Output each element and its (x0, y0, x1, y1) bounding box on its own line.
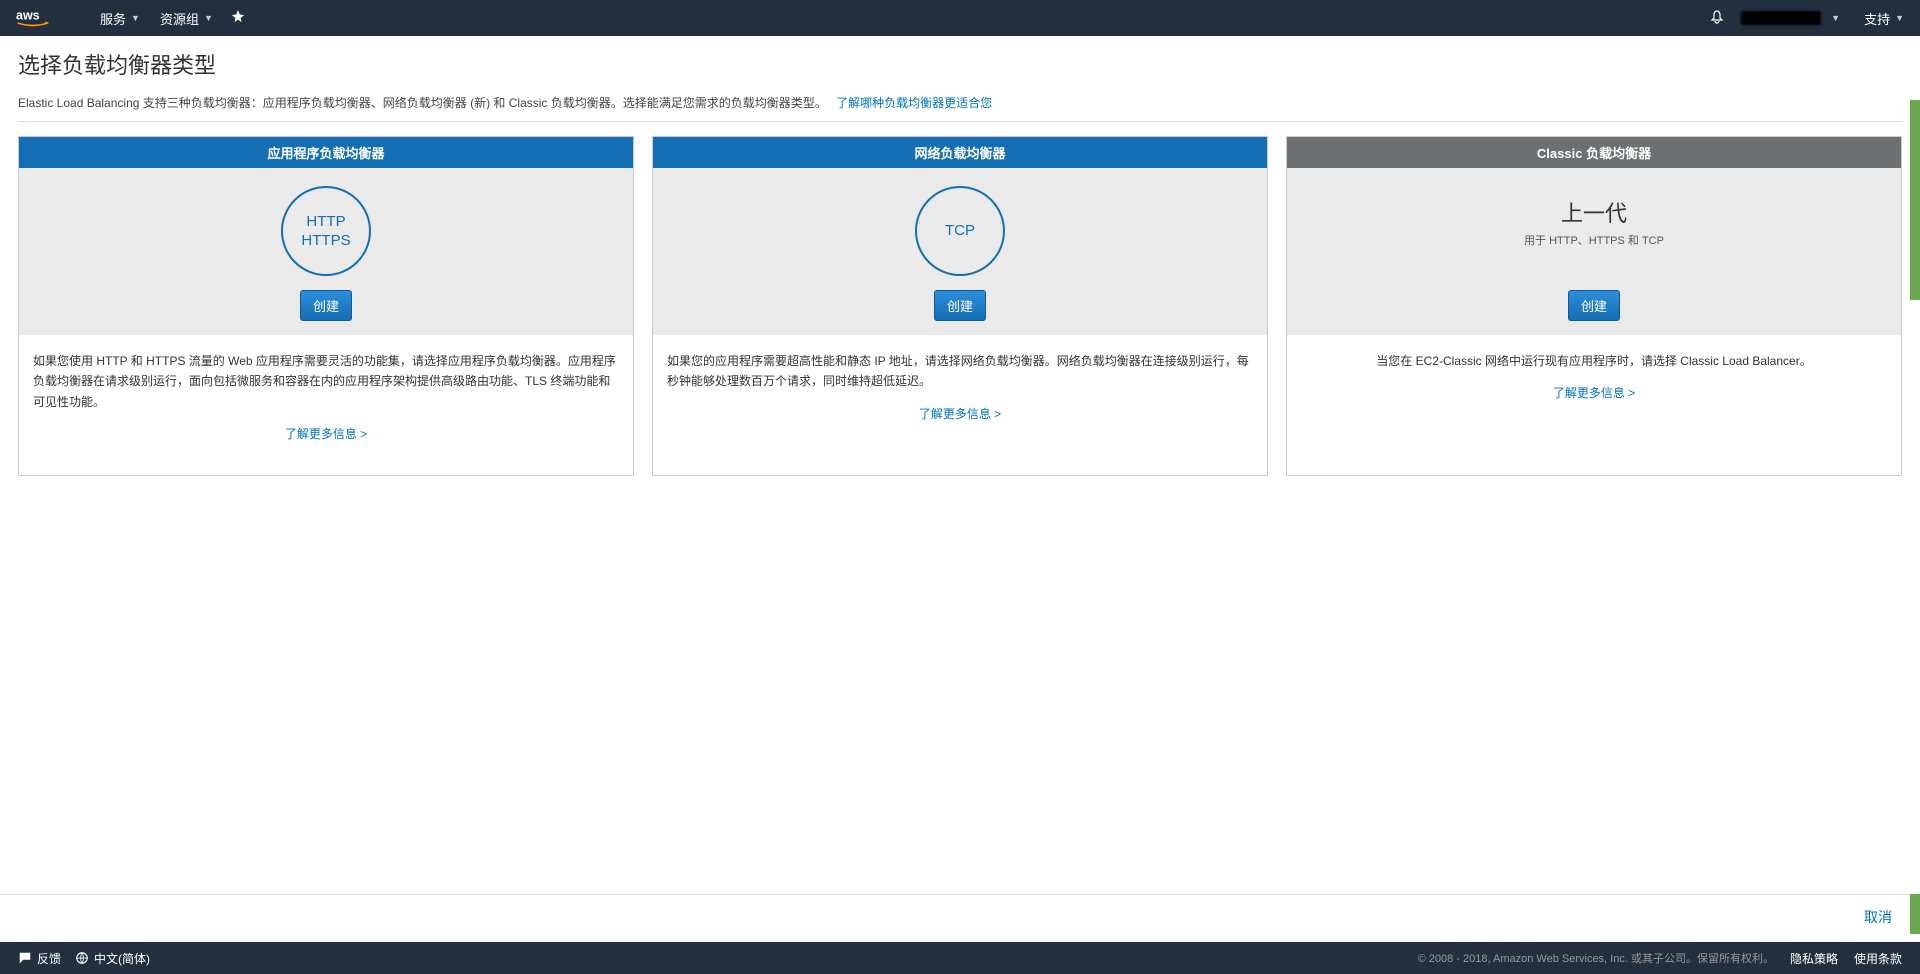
page-title: 选择负载均衡器类型 (18, 48, 1902, 80)
language-label: 中文(简体) (94, 950, 150, 967)
card-top-nlb: TCP 创建 (653, 168, 1267, 335)
card-body-alb: 如果您使用 HTTP 和 HTTPS 流量的 Web 应用程序需要灵活的功能集，… (19, 335, 633, 461)
privacy-link[interactable]: 隐私策略 (1790, 950, 1838, 967)
caret-down-icon: ▼ (1895, 13, 1904, 23)
action-bar: 取消 (0, 894, 1920, 938)
page-description-text: Elastic Load Balancing 支持三种负载均衡器：应用程序负载均… (18, 96, 827, 110)
protocol-line: HTTPS (301, 231, 350, 251)
create-clb-button[interactable]: 创建 (1568, 290, 1620, 321)
notifications-icon[interactable] (1709, 9, 1725, 28)
nav-services[interactable]: 服务 ▼ (90, 0, 150, 36)
main-content: 选择负载均衡器类型 Elastic Load Balancing 支持三种负载均… (0, 36, 1920, 536)
card-top-alb: HTTP HTTPS 创建 (19, 168, 633, 335)
cancel-link[interactable]: 取消 (1864, 907, 1892, 927)
card-header-alb: 应用程序负载均衡器 (19, 137, 633, 168)
page-description: Elastic Load Balancing 支持三种负载均衡器：应用程序负载均… (18, 84, 1902, 122)
card-network-lb: 网络负载均衡器 TCP 创建 如果您的应用程序需要超高性能和静态 IP 地址，请… (652, 136, 1268, 476)
feedback-label: 反馈 (37, 950, 61, 967)
footer-left: 反馈 中文(简体) (18, 950, 150, 967)
copyright-text: © 2008 - 2018, Amazon Web Services, Inc.… (1418, 950, 1774, 966)
scrollbar-marker (1910, 894, 1920, 934)
footer: 反馈 中文(简体) © 2008 - 2018, Amazon Web Serv… (0, 942, 1920, 974)
protocol-line: TCP (945, 221, 975, 241)
svg-text:aws: aws (16, 9, 40, 23)
card-application-lb: 应用程序负载均衡器 HTTP HTTPS 创建 如果您使用 HTTP 和 HTT… (18, 136, 634, 476)
nav-support-label: 支持 (1864, 9, 1890, 28)
card-classic-lb: Classic 负载均衡器 上一代 用于 HTTP、HTTPS 和 TCP 创建… (1286, 136, 1902, 476)
nav-services-label: 服务 (100, 9, 126, 28)
caret-down-icon: ▼ (131, 13, 140, 23)
globe-icon (75, 951, 89, 965)
protocol-line: HTTP (306, 212, 345, 232)
card-body-text: 如果您使用 HTTP 和 HTTPS 流量的 Web 应用程序需要灵活的功能集，… (33, 354, 616, 409)
nav-support[interactable]: 支持 ▼ (1854, 0, 1904, 36)
caret-down-icon: ▼ (1831, 13, 1840, 23)
card-body-nlb: 如果您的应用程序需要超高性能和静态 IP 地址，请选择网络负载均衡器。网络负载均… (653, 335, 1267, 440)
protocol-circle-nlb: TCP (915, 186, 1005, 276)
card-body-text: 当您在 EC2-Classic 网络中运行现有应用程序时，请选择 Classic… (1376, 354, 1811, 368)
card-body-clb: 当您在 EC2-Classic 网络中运行现有应用程序时，请选择 Classic… (1287, 335, 1901, 420)
feedback-link[interactable]: 反馈 (18, 950, 61, 967)
nav-right: ▼ 支持 ▼ (1709, 0, 1904, 36)
scrollbar-marker (1910, 100, 1920, 300)
language-selector[interactable]: 中文(简体) (75, 950, 150, 967)
terms-link[interactable]: 使用条款 (1854, 950, 1902, 967)
account-menu[interactable] (1741, 11, 1821, 25)
lb-cards: 应用程序负载均衡器 HTTP HTTPS 创建 如果您使用 HTTP 和 HTT… (18, 136, 1902, 476)
card-header-clb: Classic 负载均衡器 (1287, 137, 1901, 168)
speech-bubble-icon (18, 951, 32, 965)
card-header-nlb: 网络负载均衡器 (653, 137, 1267, 168)
prev-gen-subtitle: 用于 HTTP、HTTPS 和 TCP (1524, 232, 1664, 248)
create-alb-button[interactable]: 创建 (300, 290, 352, 321)
nav-resource-groups-label: 资源组 (160, 9, 199, 28)
protocol-circle-alb: HTTP HTTPS (281, 186, 371, 276)
card-body-text: 如果您的应用程序需要超高性能和静态 IP 地址，请选择网络负载均衡器。网络负载均… (667, 354, 1249, 388)
prev-gen-title: 上一代 (1524, 196, 1664, 228)
nav-resource-groups[interactable]: 资源组 ▼ (150, 0, 223, 36)
footer-right: © 2008 - 2018, Amazon Web Services, Inc.… (1418, 950, 1902, 967)
learn-which-lb-link[interactable]: 了解哪种负载均衡器更适合您 (836, 96, 992, 110)
card-top-clb: 上一代 用于 HTTP、HTTPS 和 TCP 创建 (1287, 168, 1901, 335)
top-nav: aws 服务 ▼ 资源组 ▼ ▼ 支持 ▼ (0, 0, 1920, 36)
pin-icon[interactable] (231, 10, 245, 27)
prev-gen-block: 上一代 用于 HTTP、HTTPS 和 TCP (1524, 186, 1664, 276)
learn-more-nlb[interactable]: 了解更多信息 > (667, 404, 1253, 424)
aws-logo[interactable]: aws (16, 8, 66, 28)
learn-more-clb[interactable]: 了解更多信息 > (1301, 383, 1887, 403)
learn-more-alb[interactable]: 了解更多信息 > (33, 424, 619, 444)
create-nlb-button[interactable]: 创建 (934, 290, 986, 321)
caret-down-icon: ▼ (204, 13, 213, 23)
